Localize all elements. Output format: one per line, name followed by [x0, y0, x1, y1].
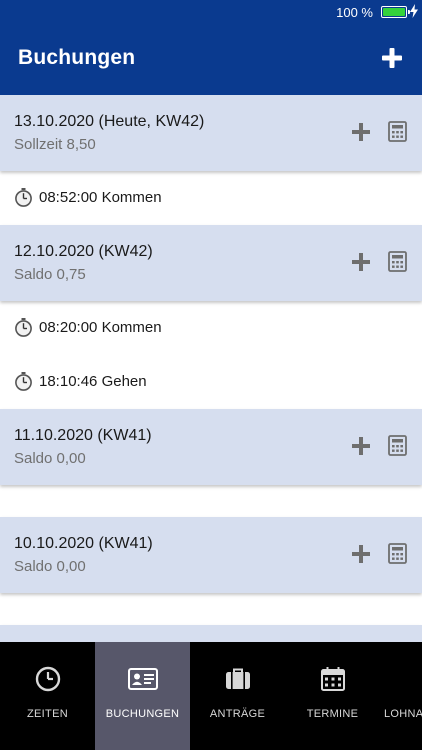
charging-icon [410, 4, 418, 18]
add-entry-button[interactable] [352, 123, 370, 141]
booking-list[interactable]: 13.10.2020 (Heute, KW42) Sollzeit 8,50 0… [0, 95, 422, 642]
booking-time: 08:20:00 Kommen [39, 319, 162, 336]
calculator-button[interactable] [388, 251, 407, 272]
day-date: 13.10.2020 (Heute, KW42) [14, 113, 205, 130]
calculator-button[interactable] [388, 543, 407, 564]
app-bar: Buchungen [0, 24, 422, 95]
day-card-partial [0, 625, 422, 642]
booking-entry[interactable]: 08:20:00 Kommen [0, 303, 422, 353]
page-title: Buchungen [18, 46, 136, 69]
nav-tab-termine[interactable]: TERMINE [285, 642, 380, 750]
calendar-icon [320, 667, 345, 691]
day-target-time: Sollzeit 8,50 [14, 136, 96, 153]
booking-time: 18:10:46 Gehen [39, 373, 147, 390]
nav-tab-antraege[interactable]: ANTRÄGE [190, 642, 285, 750]
day-card: 12.10.2020 (KW42) Saldo 0,75 [0, 225, 422, 301]
nav-label: ZEITEN [27, 708, 68, 720]
clock-icon [35, 666, 60, 692]
day-card: 10.10.2020 (KW41) Saldo 0,00 [0, 517, 422, 593]
add-entry-button[interactable] [352, 437, 370, 455]
nav-tab-lohna[interactable]: LOHNA [380, 642, 422, 750]
nav-tab-buchungen[interactable]: BUCHUNGEN [95, 642, 190, 750]
nav-tab-zeiten[interactable]: ZEITEN [0, 642, 95, 750]
nav-label: ANTRÄGE [209, 708, 266, 720]
day-date: 11.10.2020 (KW41) [14, 427, 152, 444]
day-date: 10.10.2020 (KW41) [14, 535, 153, 552]
add-booking-button[interactable] [382, 48, 402, 68]
nav-label: BUCHUNGEN [105, 708, 180, 720]
booking-time: 08:52:00 Kommen [39, 189, 162, 206]
nav-label: LOHNA [384, 708, 422, 720]
booking-entry[interactable]: 08:52:00 Kommen [0, 173, 422, 223]
briefcase-icon [225, 668, 250, 689]
calculator-button[interactable] [388, 435, 407, 456]
battery-icon [381, 6, 410, 18]
day-card: 11.10.2020 (KW41) Saldo 0,00 [0, 409, 422, 485]
status-bar: 100 % [0, 0, 422, 24]
day-card: 13.10.2020 (Heute, KW42) Sollzeit 8,50 [0, 95, 422, 171]
stopwatch-icon [15, 372, 32, 391]
day-balance: Saldo 0,00 [14, 558, 86, 575]
day-balance: Saldo 0,75 [14, 266, 86, 283]
bottom-navigation: ZEITEN BUCHUNGEN ANTRÄGE TERMINE LOHNA [0, 642, 422, 750]
add-entry-button[interactable] [352, 253, 370, 271]
calculator-button[interactable] [388, 121, 407, 142]
day-balance: Saldo 0,00 [14, 450, 86, 467]
battery-percentage: 100 % [336, 5, 373, 20]
nav-label: TERMINE [306, 708, 359, 720]
add-entry-button[interactable] [352, 545, 370, 563]
id-card-icon [127, 668, 158, 690]
booking-entry[interactable]: 18:10:46 Gehen [0, 357, 422, 407]
stopwatch-icon [15, 188, 32, 207]
day-date: 12.10.2020 (KW42) [14, 243, 153, 260]
stopwatch-icon [15, 318, 32, 337]
